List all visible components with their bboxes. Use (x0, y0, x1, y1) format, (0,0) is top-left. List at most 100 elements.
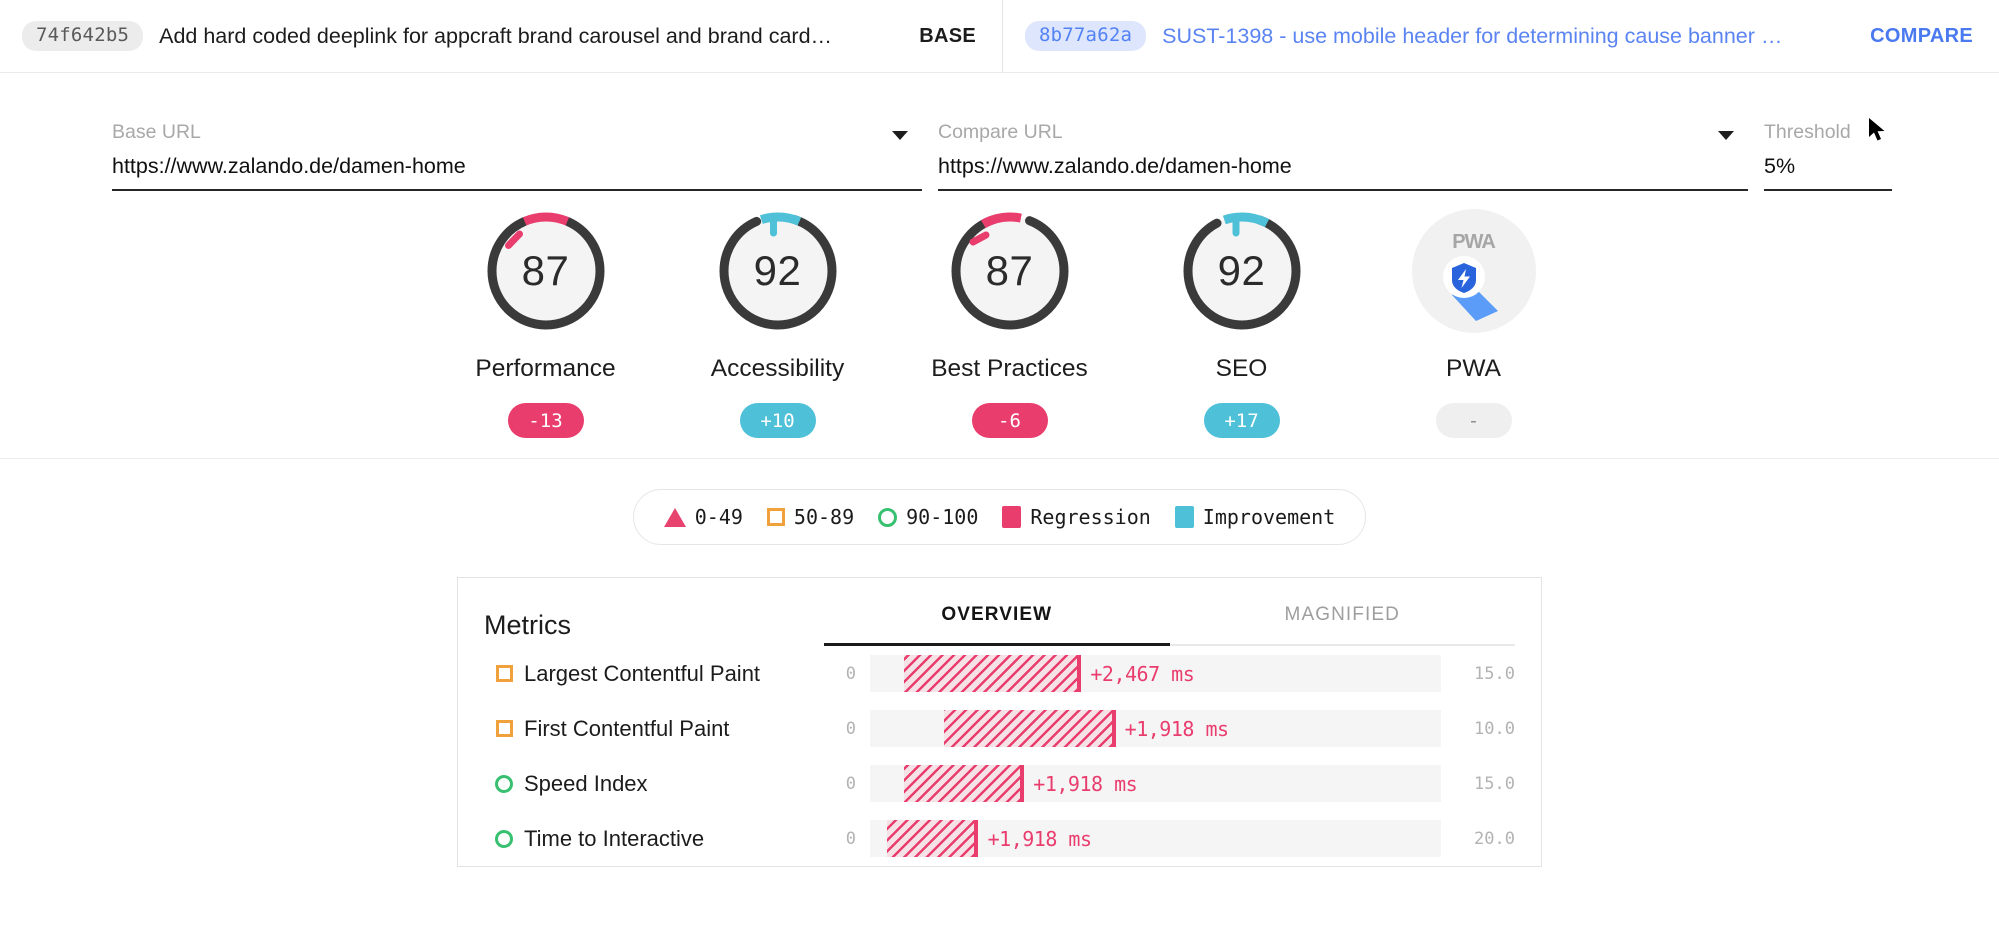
compare-url-field[interactable]: Compare URL https://www.zalando.de/damen… (938, 123, 1748, 191)
gauge-delta-seo: +17 (1204, 403, 1280, 438)
url-controls-row: Base URL https://www.zalando.de/damen-ho… (0, 73, 1999, 191)
gauge-score-best-practices: 87 (948, 209, 1072, 333)
gauge-score-performance: 87 (484, 209, 608, 333)
gauge-delta-pwa: - (1436, 403, 1512, 438)
metric-bar-track: +1,918 ms (870, 820, 1441, 857)
gauge-best-practices[interactable]: 87 Best Practices -6 (894, 209, 1126, 438)
metrics-card: Metrics OVERVIEW MAGNIFIED Largest Conte… (457, 577, 1542, 867)
metric-name: Speed Index (524, 771, 824, 797)
metric-axis-max: 10.0 (1441, 719, 1515, 739)
metrics-section: Metrics OVERVIEW MAGNIFIED Largest Conte… (0, 545, 1999, 867)
chevron-down-icon[interactable] (1718, 131, 1734, 140)
metric-axis-min: 0 (824, 664, 870, 684)
pwa-badge-icon: PWA (1412, 209, 1536, 333)
threshold-label: Threshold (1764, 123, 1892, 143)
gauge-label-pwa: PWA (1446, 355, 1501, 383)
metric-bar-track: +2,467 ms (870, 655, 1441, 692)
gauge-label-accessibility: Accessibility (711, 355, 844, 383)
legend-label-90-100: 90-100 (906, 505, 978, 529)
legend-label-50-89: 50-89 (794, 505, 854, 529)
gauge-score-accessibility: 92 (716, 209, 840, 333)
gauge-label-seo: SEO (1216, 355, 1268, 383)
score-gauges-row: 87 Performance -13 92 Accessibility +10 (0, 191, 1999, 459)
gauge-pwa[interactable]: PWA PWA - (1358, 209, 1590, 438)
compare-url-label: Compare URL (938, 123, 1748, 143)
legend-item-improvement: Improvement (1175, 505, 1335, 529)
table-row[interactable]: Largest Contentful Paint 0 +2,467 ms 15.… (484, 646, 1515, 701)
table-row[interactable]: First Contentful Paint 0 +1,918 ms 10.0 (484, 701, 1515, 756)
base-url-value[interactable]: https://www.zalando.de/damen-home (112, 156, 922, 190)
compare-url-underline (938, 189, 1748, 191)
triangle-icon (664, 508, 686, 527)
metric-bar-fill (944, 710, 1115, 747)
metric-bar-fill (904, 655, 1081, 692)
swatch-icon-regression (1002, 506, 1021, 528)
legend-label-regression: Regression (1030, 505, 1150, 529)
legend: 0-49 50-89 90-100 Regression Improvement (633, 489, 1367, 545)
metric-axis-max: 20.0 (1441, 829, 1515, 849)
metric-bar-fill (887, 820, 978, 857)
compare-commit-hash-chip[interactable]: 8b77a62a (1025, 21, 1146, 51)
circle-icon (495, 775, 513, 793)
metric-range-icon-cell (484, 775, 524, 793)
metric-name: Largest Contentful Paint (524, 661, 824, 687)
legend-item-0-49: 0-49 (664, 505, 743, 529)
base-url-field[interactable]: Base URL https://www.zalando.de/damen-ho… (112, 123, 922, 191)
gauge-delta-best-practices: -6 (972, 403, 1048, 438)
base-url-label: Base URL (112, 123, 922, 143)
metric-axis-max: 15.0 (1441, 774, 1515, 794)
square-icon (496, 665, 513, 682)
tab-overview[interactable]: OVERVIEW (824, 604, 1170, 646)
metric-axis-min: 0 (824, 774, 870, 794)
metric-bar-track: +1,918 ms (870, 710, 1441, 747)
metric-range-icon-cell (484, 665, 524, 682)
gauge-label-performance: Performance (475, 355, 615, 383)
circle-icon (495, 830, 513, 848)
legend-item-50-89: 50-89 (767, 505, 854, 529)
compare-commit-title[interactable]: SUST-1398 - use mobile header for determ… (1162, 24, 1852, 49)
legend-row: 0-49 50-89 90-100 Regression Improvement (0, 459, 1999, 545)
gauge-accessibility[interactable]: 92 Accessibility +10 (662, 209, 894, 438)
metric-range-icon-cell (484, 720, 524, 737)
compare-commit-header: 8b77a62a SUST-1398 - use mobile header f… (1003, 0, 1999, 72)
metric-axis-min: 0 (824, 719, 870, 739)
chevron-down-icon[interactable] (892, 131, 908, 140)
threshold-value[interactable]: 5% (1764, 156, 1892, 190)
legend-label-0-49: 0-49 (695, 505, 743, 529)
gauge-ring-seo: 92 (1180, 209, 1304, 333)
legend-label-improvement: Improvement (1203, 505, 1335, 529)
metric-value-label: +2,467 ms (1090, 662, 1194, 686)
gauge-label-best-practices: Best Practices (931, 355, 1088, 383)
table-row[interactable]: Time to Interactive 0 +1,918 ms 20.0 (484, 811, 1515, 866)
tab-magnified[interactable]: MAGNIFIED (1170, 604, 1516, 646)
metric-bar-track: +1,918 ms (870, 765, 1441, 802)
legend-item-90-100: 90-100 (878, 505, 978, 529)
metric-axis-max: 15.0 (1441, 664, 1515, 684)
metrics-tabs: OVERVIEW MAGNIFIED (824, 604, 1515, 646)
threshold-field[interactable]: Threshold 5% (1764, 123, 1892, 191)
compare-url-value[interactable]: https://www.zalando.de/damen-home (938, 156, 1748, 190)
compare-button[interactable]: COMPARE (1870, 25, 1973, 48)
gauge-ring-accessibility: 92 (716, 209, 840, 333)
legend-item-regression: Regression (1002, 505, 1150, 529)
metric-bar-fill (904, 765, 1024, 802)
top-header-bar: 74f642b5 Add hard coded deeplink for app… (0, 0, 1999, 73)
circle-icon (878, 508, 897, 527)
gauge-ring-performance: 87 (484, 209, 608, 333)
gauge-delta-performance: -13 (508, 403, 584, 438)
base-url-underline (112, 189, 922, 191)
base-commit-title: Add hard coded deeplink for appcraft bra… (159, 24, 901, 49)
gauge-delta-accessibility: +10 (740, 403, 816, 438)
gauge-seo[interactable]: 92 SEO +17 (1126, 209, 1358, 438)
base-label-button[interactable]: BASE (919, 25, 976, 48)
base-commit-hash-chip[interactable]: 74f642b5 (22, 21, 143, 51)
swatch-icon-improvement (1175, 506, 1194, 528)
metrics-title: Metrics (484, 604, 824, 641)
table-row[interactable]: Speed Index 0 +1,918 ms 15.0 (484, 756, 1515, 811)
metric-value-label: +1,918 ms (1033, 772, 1137, 796)
square-icon (767, 508, 785, 526)
gauge-performance[interactable]: 87 Performance -13 (430, 209, 662, 438)
metric-name: Time to Interactive (524, 826, 824, 852)
square-icon (496, 720, 513, 737)
metric-value-label: +1,918 ms (988, 827, 1092, 851)
